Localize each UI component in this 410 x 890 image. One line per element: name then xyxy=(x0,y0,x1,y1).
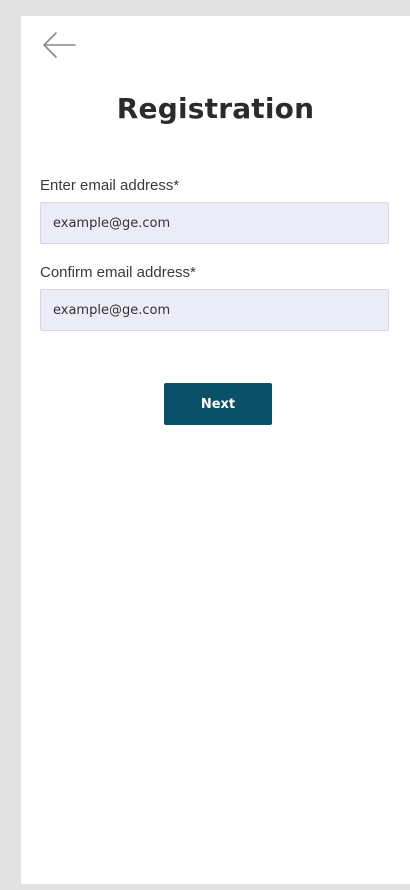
back-button[interactable] xyxy=(39,28,79,62)
email-input[interactable] xyxy=(40,202,389,244)
next-button[interactable]: Next xyxy=(164,383,272,425)
arrow-left-icon xyxy=(43,32,76,58)
email-label: Enter email address* xyxy=(40,177,180,194)
confirm-email-input[interactable] xyxy=(40,289,389,331)
registration-screen: Registration Enter email address* Confir… xyxy=(21,16,410,884)
confirm-email-label: Confirm email address* xyxy=(40,264,196,281)
page-title: Registration xyxy=(116,92,315,125)
